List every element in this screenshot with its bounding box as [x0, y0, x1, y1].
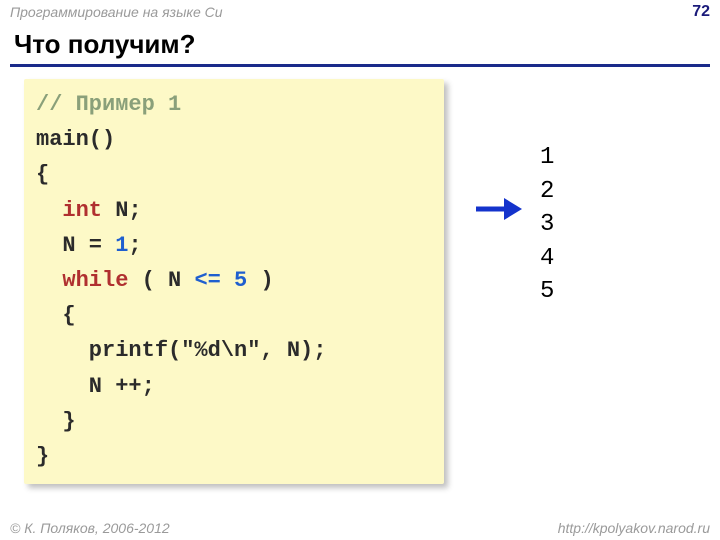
- code-block: // Пример 1 main() { int N; N = 1; while…: [24, 79, 444, 484]
- breadcrumb: Программирование на языке Си: [10, 4, 223, 20]
- top-bar: Программирование на языке Си 72: [0, 0, 720, 23]
- footer-url: http://kpolyakov.narod.ru: [558, 520, 710, 536]
- code-line: }: [36, 404, 432, 439]
- output-block: 1 2 3 4 5: [540, 141, 554, 309]
- footer: © К. Поляков, 2006-2012 http://kpolyakov…: [0, 520, 720, 536]
- output-line: 1: [540, 141, 554, 175]
- output-line: 3: [540, 208, 554, 242]
- code-line: int N;: [36, 193, 432, 228]
- code-line: printf("%d\n", N);: [36, 333, 432, 368]
- code-line: while ( N <= 5 ): [36, 263, 432, 298]
- arrow-icon: [474, 195, 522, 223]
- page-number: 72: [692, 3, 710, 21]
- code-line: {: [36, 298, 432, 333]
- output-line: 2: [540, 175, 554, 209]
- code-line: N = 1;: [36, 228, 432, 263]
- code-line: main(): [36, 122, 432, 157]
- code-line: {: [36, 157, 432, 192]
- code-line: }: [36, 439, 432, 474]
- title-rule: [10, 64, 710, 67]
- copyright: © К. Поляков, 2006-2012: [10, 520, 170, 536]
- code-line-comment: // Пример 1: [36, 87, 432, 122]
- content-area: // Пример 1 main() { int N; N = 1; while…: [0, 79, 720, 484]
- code-line: N ++;: [36, 369, 432, 404]
- output-line: 4: [540, 242, 554, 276]
- output-line: 5: [540, 275, 554, 309]
- page-title: Что получим?: [0, 23, 720, 64]
